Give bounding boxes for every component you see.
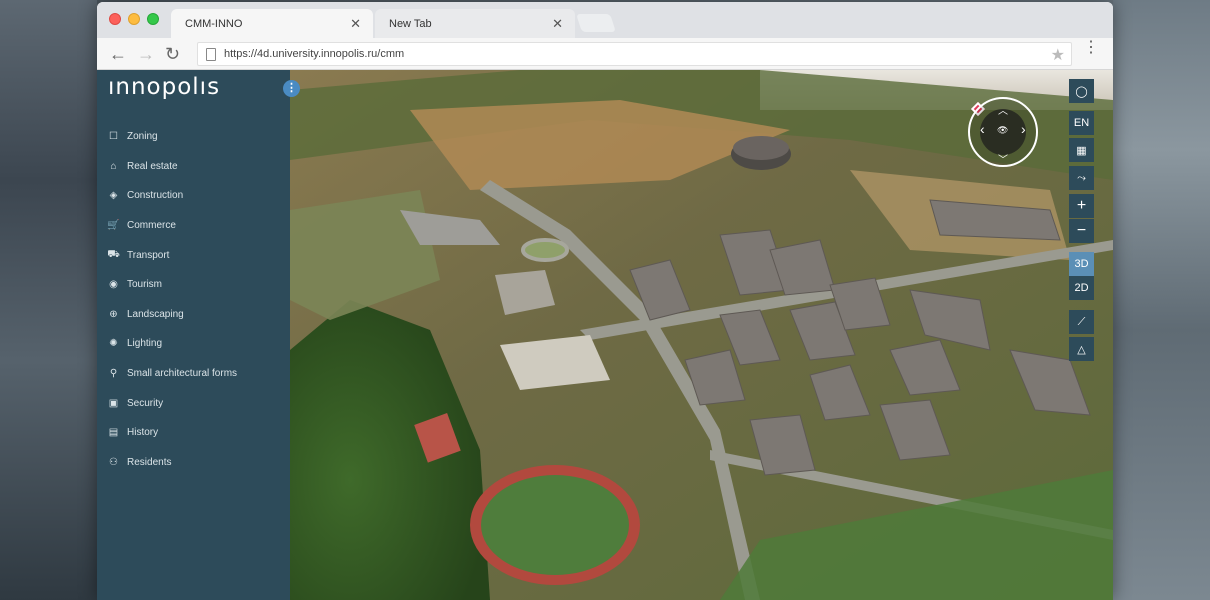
innopolis-logo[interactable]: ınnopolıs	[108, 74, 252, 111]
truck-icon: ⛟	[107, 248, 120, 260]
maximize-window-button[interactable]	[147, 13, 159, 25]
sidebar-item-label: Real estate	[127, 160, 178, 172]
zoom-out-button[interactable]: −	[1069, 219, 1094, 243]
desktop-background-right	[1113, 0, 1210, 600]
globe-icon: ⊕	[109, 308, 118, 320]
desktop-background-left	[0, 0, 97, 600]
sidebar-item-zoning[interactable]: ☐ Zoning	[97, 122, 290, 152]
sidebar-item-real-estate[interactable]: ⌂ Real estate	[97, 152, 290, 182]
sidebar-collapse-button[interactable]: ⋮	[283, 80, 300, 97]
home-icon: ⌂	[110, 160, 117, 172]
window-controls	[109, 13, 159, 25]
route-icon: ⤳	[1077, 171, 1086, 184]
forward-arrow-icon[interactable]: →	[137, 44, 155, 65]
sidebar-item-landscaping[interactable]: ⊕ Landscaping	[97, 300, 290, 330]
user-profile-button[interactable]: ◯	[1069, 79, 1094, 103]
document-icon: ▤	[108, 427, 119, 439]
close-tab-icon[interactable]: ✕	[350, 16, 361, 32]
sidebar-item-label: Commerce	[127, 220, 176, 232]
ruler-icon: ⟋	[1077, 315, 1086, 328]
sidebar-item-label: Landscaping	[127, 308, 184, 320]
close-window-button[interactable]	[109, 13, 121, 25]
close-tab-icon[interactable]: ✕	[552, 16, 563, 32]
innopolis-logo-icon: ınnopolıs	[108, 74, 220, 100]
sidebar-item-commerce[interactable]: 🛒 Commerce	[97, 211, 290, 241]
sidebar-item-label: Transport	[127, 249, 170, 261]
mode-2d-button[interactable]: 2D	[1069, 276, 1094, 300]
minus-icon: −	[1076, 222, 1087, 239]
plus-icon: +	[1076, 197, 1087, 214]
sidebar-item-label: History	[127, 427, 159, 439]
mode-2d-label: 2D	[1074, 282, 1089, 294]
video-camera-icon: ▣	[108, 397, 119, 409]
url-text[interactable]: https://4d.university.innopolis.ru/cmm	[224, 48, 404, 60]
browser-toolbar: ← → ↻ https://4d.university.innopolis.ru…	[97, 38, 1113, 70]
sidebar-item-small-architectural-forms[interactable]: ⚲ Small architectural forms	[97, 359, 290, 389]
map-pin-icon: ⚲	[109, 368, 118, 380]
user-icon: ◯	[1075, 85, 1088, 98]
sidebar-item-security[interactable]: ▣ Security	[97, 388, 290, 418]
page-icon	[206, 48, 216, 61]
sidebar-nav: ☐ Zoning ⌂ Real estate ◈ Construction 🛒 …	[97, 122, 290, 477]
pan-down-icon[interactable]: ﹀	[998, 151, 1008, 166]
map-view-3d[interactable]: ︿ ﹀ ‹ › 👁 ◯ EN ▦ ⤳ + − 3D 2D ⟋ △	[290, 70, 1113, 600]
browser-menu-icon[interactable]: ⋮	[1083, 40, 1099, 56]
sidebar-item-label: Zoning	[127, 131, 158, 143]
user-icon: ⚇	[109, 456, 118, 468]
square-icon: ☐	[109, 131, 118, 143]
sidebar-item-transport[interactable]: ⛟ Transport	[97, 240, 290, 270]
pan-up-icon[interactable]: ︿	[998, 102, 1008, 117]
cart-icon: 🛒	[107, 220, 120, 232]
address-bar[interactable]: https://4d.university.innopolis.ru/cmm ★	[197, 42, 1072, 66]
app-content: ınnopolıs ⋮ ☐ Zoning ⌂ Real estate ◈ Con…	[97, 70, 1113, 600]
sidebar-item-label: Construction	[127, 190, 184, 202]
language-button[interactable]: EN	[1069, 111, 1094, 135]
layers-icon: ◈	[109, 190, 118, 202]
sidebar-item-lighting[interactable]: ✺ Lighting	[97, 329, 290, 359]
polygon-icon: △	[1077, 343, 1086, 356]
sidebar-item-construction[interactable]: ◈ Construction	[97, 181, 290, 211]
sidebar-item-label: Lighting	[127, 338, 163, 350]
tab-title: New Tab	[389, 17, 432, 30]
new-tab-button[interactable]	[576, 14, 616, 32]
minimize-window-button[interactable]	[128, 13, 140, 25]
browser-window: CMM-INNO ✕ New Tab ✕ ← → ↻ https://4d.un…	[97, 2, 1113, 600]
sidebar-item-residents[interactable]: ⚇ Residents	[97, 448, 290, 478]
sidebar-item-history[interactable]: ▤ History	[97, 418, 290, 448]
sidebar-item-label: Tourism	[127, 279, 163, 291]
navigation-compass[interactable]: ︿ ﹀ ‹ › 👁	[968, 97, 1038, 167]
sidebar-item-label: Security	[127, 397, 164, 409]
polygon-measure-button[interactable]: △	[1069, 337, 1094, 361]
sidebar-item-label: Residents	[127, 456, 172, 468]
pan-right-icon[interactable]: ›	[1021, 121, 1026, 137]
map-layers-button[interactable]: ▦	[1069, 138, 1094, 162]
ruler-button[interactable]: ⟋	[1069, 310, 1094, 334]
sun-icon: ✺	[109, 338, 118, 350]
back-arrow-icon[interactable]: ←	[109, 44, 127, 65]
zoom-in-button[interactable]: +	[1069, 194, 1094, 218]
language-label: EN	[1073, 117, 1090, 129]
sidebar-item-label: Small architectural forms	[127, 368, 238, 380]
route-button[interactable]: ⤳	[1069, 166, 1094, 190]
tab-new-tab[interactable]: New Tab ✕	[375, 9, 575, 38]
map-icon: ▦	[1076, 144, 1087, 157]
mode-3d-label: 3D	[1074, 258, 1089, 270]
eye-icon[interactable]: 👁	[997, 125, 1008, 136]
tab-title: CMM-INNO	[185, 17, 243, 30]
tab-cmm-inno[interactable]: CMM-INNO ✕	[171, 9, 373, 38]
reload-icon[interactable]: ↻	[165, 44, 180, 65]
bookmark-star-icon[interactable]: ★	[1051, 45, 1065, 65]
pan-left-icon[interactable]: ‹	[980, 121, 985, 137]
mode-3d-button[interactable]: 3D	[1069, 252, 1094, 276]
tab-bar: CMM-INNO ✕ New Tab ✕	[97, 2, 1113, 38]
svg-text:ınnopolıs: ınnopolıs	[108, 74, 220, 100]
camera-icon: ◉	[109, 279, 118, 291]
sidebar-item-tourism[interactable]: ◉ Tourism	[97, 270, 290, 300]
